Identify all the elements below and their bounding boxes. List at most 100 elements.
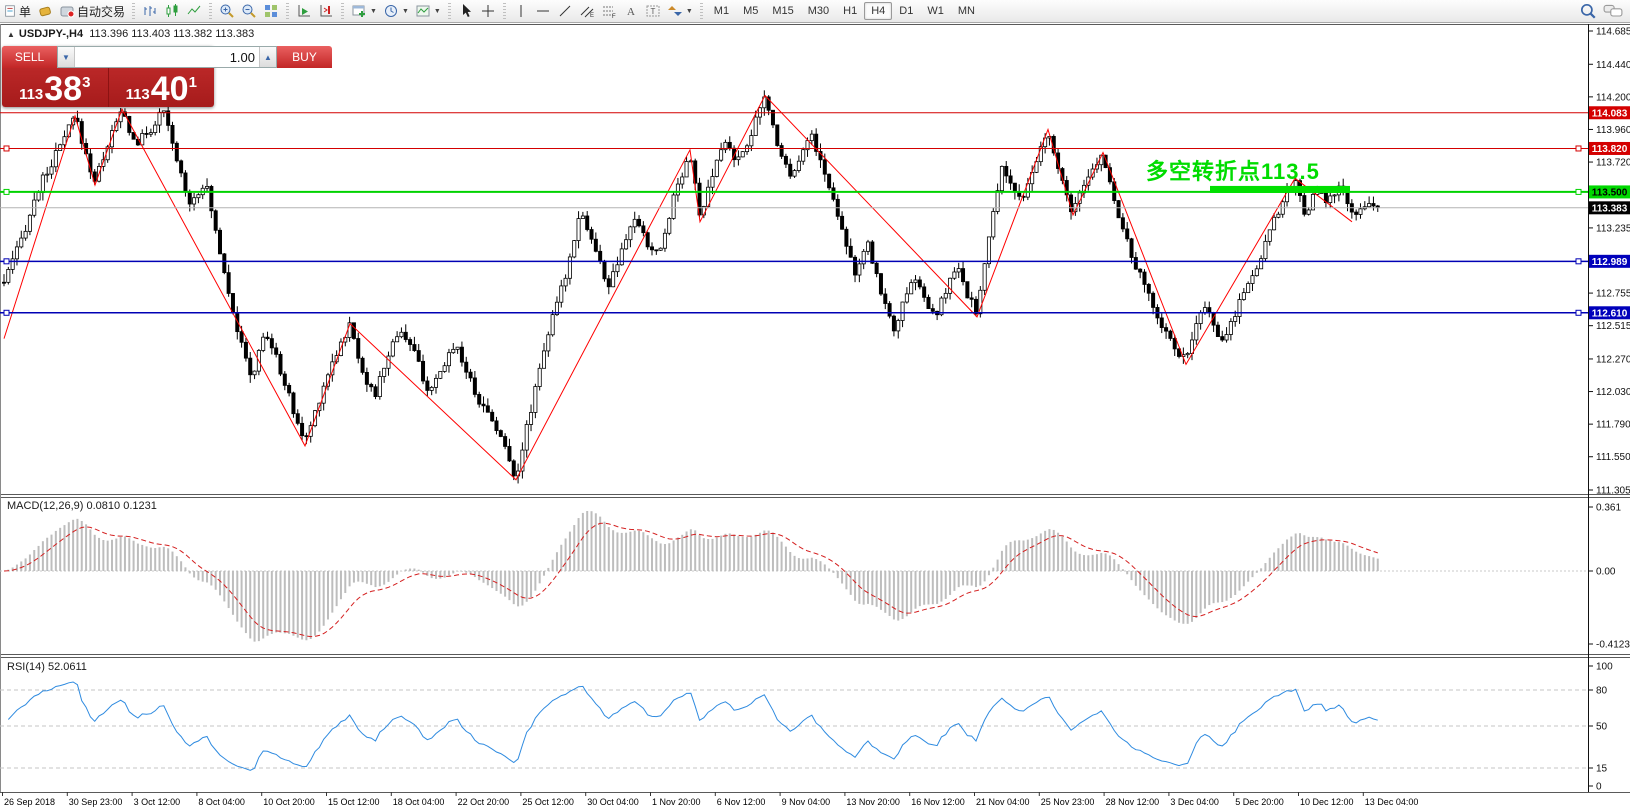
chart-symbol: USDJPY-,H4 [19,28,83,40]
candlesticks[interactable] [2,90,1379,483]
toolbar-separator [341,3,344,19]
new-chart-icon [351,3,367,19]
chart-title: ▲USDJPY-,H4 113.396 113.403 113.382 113.… [7,28,254,40]
sell-price[interactable]: 113383 [2,68,108,107]
chevron-down-icon: ▼ [686,8,693,15]
buy-button[interactable]: BUY [277,46,332,68]
lot-size-control: ▼ ▲ [57,46,277,68]
buy-price[interactable]: 113401 [108,68,215,107]
main-toolbar: 单 自动交易 ▼ ▼ ▼ E F A T ▼ M1 M5 M15 M30 H1 … [0,0,1630,23]
auto-scroll-button[interactable] [293,1,315,21]
svg-text:25 Oct 12:00: 25 Oct 12:00 [522,797,574,807]
sell-price-big: 38 [44,75,82,104]
candlestick-icon [164,3,180,19]
svg-text:113.820: 113.820 [1592,144,1628,155]
svg-text:0.00: 0.00 [1596,567,1616,578]
clock-icon [383,3,399,19]
candlestick-chart-button[interactable] [161,1,183,21]
indicators-icon [415,3,431,19]
new-order-button[interactable]: 单 [0,1,34,21]
svg-text:112.610: 112.610 [1592,308,1628,319]
timeframe-m15-button[interactable]: M15 [765,2,800,20]
lot-decrease-button[interactable]: ▼ [58,47,75,67]
cursor-button[interactable] [455,1,477,21]
community-button[interactable] [34,1,56,21]
timeframe-h4-button[interactable]: H4 [864,2,892,20]
svg-text:111.790: 111.790 [1596,420,1630,431]
horizontal-line-icon [535,3,551,19]
svg-text:1 Nov 20:00: 1 Nov 20:00 [652,797,701,807]
toolbar-separator [503,3,506,19]
svg-text:E: E [590,13,594,19]
lot-increase-button[interactable]: ▲ [259,47,276,67]
svg-text:111.305: 111.305 [1596,486,1630,497]
new-order-icon [3,4,17,18]
svg-text:13 Dec 04:00: 13 Dec 04:00 [1365,797,1419,807]
periods-button[interactable]: ▼ [380,1,412,21]
horizontal-line-button[interactable] [532,1,554,21]
sell-button[interactable]: SELL [2,46,57,68]
svg-text:114.440: 114.440 [1596,60,1630,71]
svg-text:-0.4123: -0.4123 [1596,640,1630,651]
rsi-indicator-label: RSI(14) 52.0611 [7,661,87,673]
svg-text:113.383: 113.383 [1592,203,1628,214]
tile-windows-button[interactable] [260,1,282,21]
svg-text:80: 80 [1596,686,1608,697]
timeframe-h1-button[interactable]: H1 [836,2,864,20]
timeframe-m30-button[interactable]: M30 [801,2,836,20]
chart-shift-button[interactable] [315,1,337,21]
chart-annotation-text: 多空转折点113.5 [1146,154,1320,186]
search-icon [1579,2,1597,20]
line-chart-button[interactable] [183,1,205,21]
auto-trading-label: 自动交易 [77,3,125,20]
cursor-icon [458,3,474,19]
svg-text:113.235: 113.235 [1596,223,1630,234]
text-icon: A [623,3,639,19]
chat-button[interactable] [1600,1,1626,21]
svg-text:3 Dec 04:00: 3 Dec 04:00 [1170,797,1219,807]
equidistant-channel-icon: E [579,3,595,19]
svg-text:50: 50 [1596,722,1608,733]
timeframe-m5-button[interactable]: M5 [736,2,765,20]
svg-text:10 Dec 12:00: 10 Dec 12:00 [1300,797,1354,807]
new-chart-button[interactable]: ▼ [348,1,380,21]
svg-text:0: 0 [1596,782,1602,793]
zoom-out-button[interactable] [238,1,260,21]
vertical-line-button[interactable] [510,1,532,21]
timeframe-m1-button[interactable]: M1 [707,2,736,20]
svg-text:25 Nov 23:00: 25 Nov 23:00 [1041,797,1095,807]
one-click-trading-panel: SELL ▼ ▲ BUY 113383 113401 [2,46,214,107]
bar-chart-button[interactable] [139,1,161,21]
zoom-in-button[interactable] [216,1,238,21]
time-axis: 26 Sep 201830 Sep 23:003 Oct 12:008 Oct … [3,792,1419,807]
auto-trading-button[interactable]: 自动交易 [56,1,128,21]
crosshair-icon [480,3,496,19]
timeframe-mn-button[interactable]: MN [951,2,982,20]
trendline-button[interactable] [554,1,576,21]
text-button[interactable]: A [620,1,642,21]
collapse-icon[interactable]: ▲ [7,30,15,39]
arrows-button[interactable]: ▼ [664,1,696,21]
indicators-button[interactable]: ▼ [412,1,444,21]
search-button[interactable] [1576,1,1600,21]
timeframe-w1-button[interactable]: W1 [920,2,951,20]
svg-text:8 Oct 04:00: 8 Oct 04:00 [198,797,245,807]
text-label-button[interactable]: T [642,1,664,21]
chart-canvas[interactable]: 114.685114.440114.200113.960113.720113.2… [0,0,1630,812]
chat-icon [1603,2,1623,20]
buy-price-sup: 1 [189,75,197,90]
svg-text:5 Dec 20:00: 5 Dec 20:00 [1235,797,1284,807]
crosshair-button[interactable] [477,1,499,21]
fibonacci-button[interactable]: F [598,1,620,21]
lot-size-input[interactable] [75,47,259,67]
timeframe-d1-button[interactable]: D1 [892,2,920,20]
arrows-icon [667,3,683,19]
horizontal-lines[interactable] [0,113,1588,316]
zoom-in-icon [219,3,235,19]
gold-badge-icon [37,3,53,19]
svg-text:113.500: 113.500 [1592,187,1628,198]
svg-text:112.515: 112.515 [1596,321,1630,332]
toolbar-separator [700,3,703,19]
equidistant-channel-button[interactable]: E [576,1,598,21]
green-highlight-bar [1210,186,1350,193]
